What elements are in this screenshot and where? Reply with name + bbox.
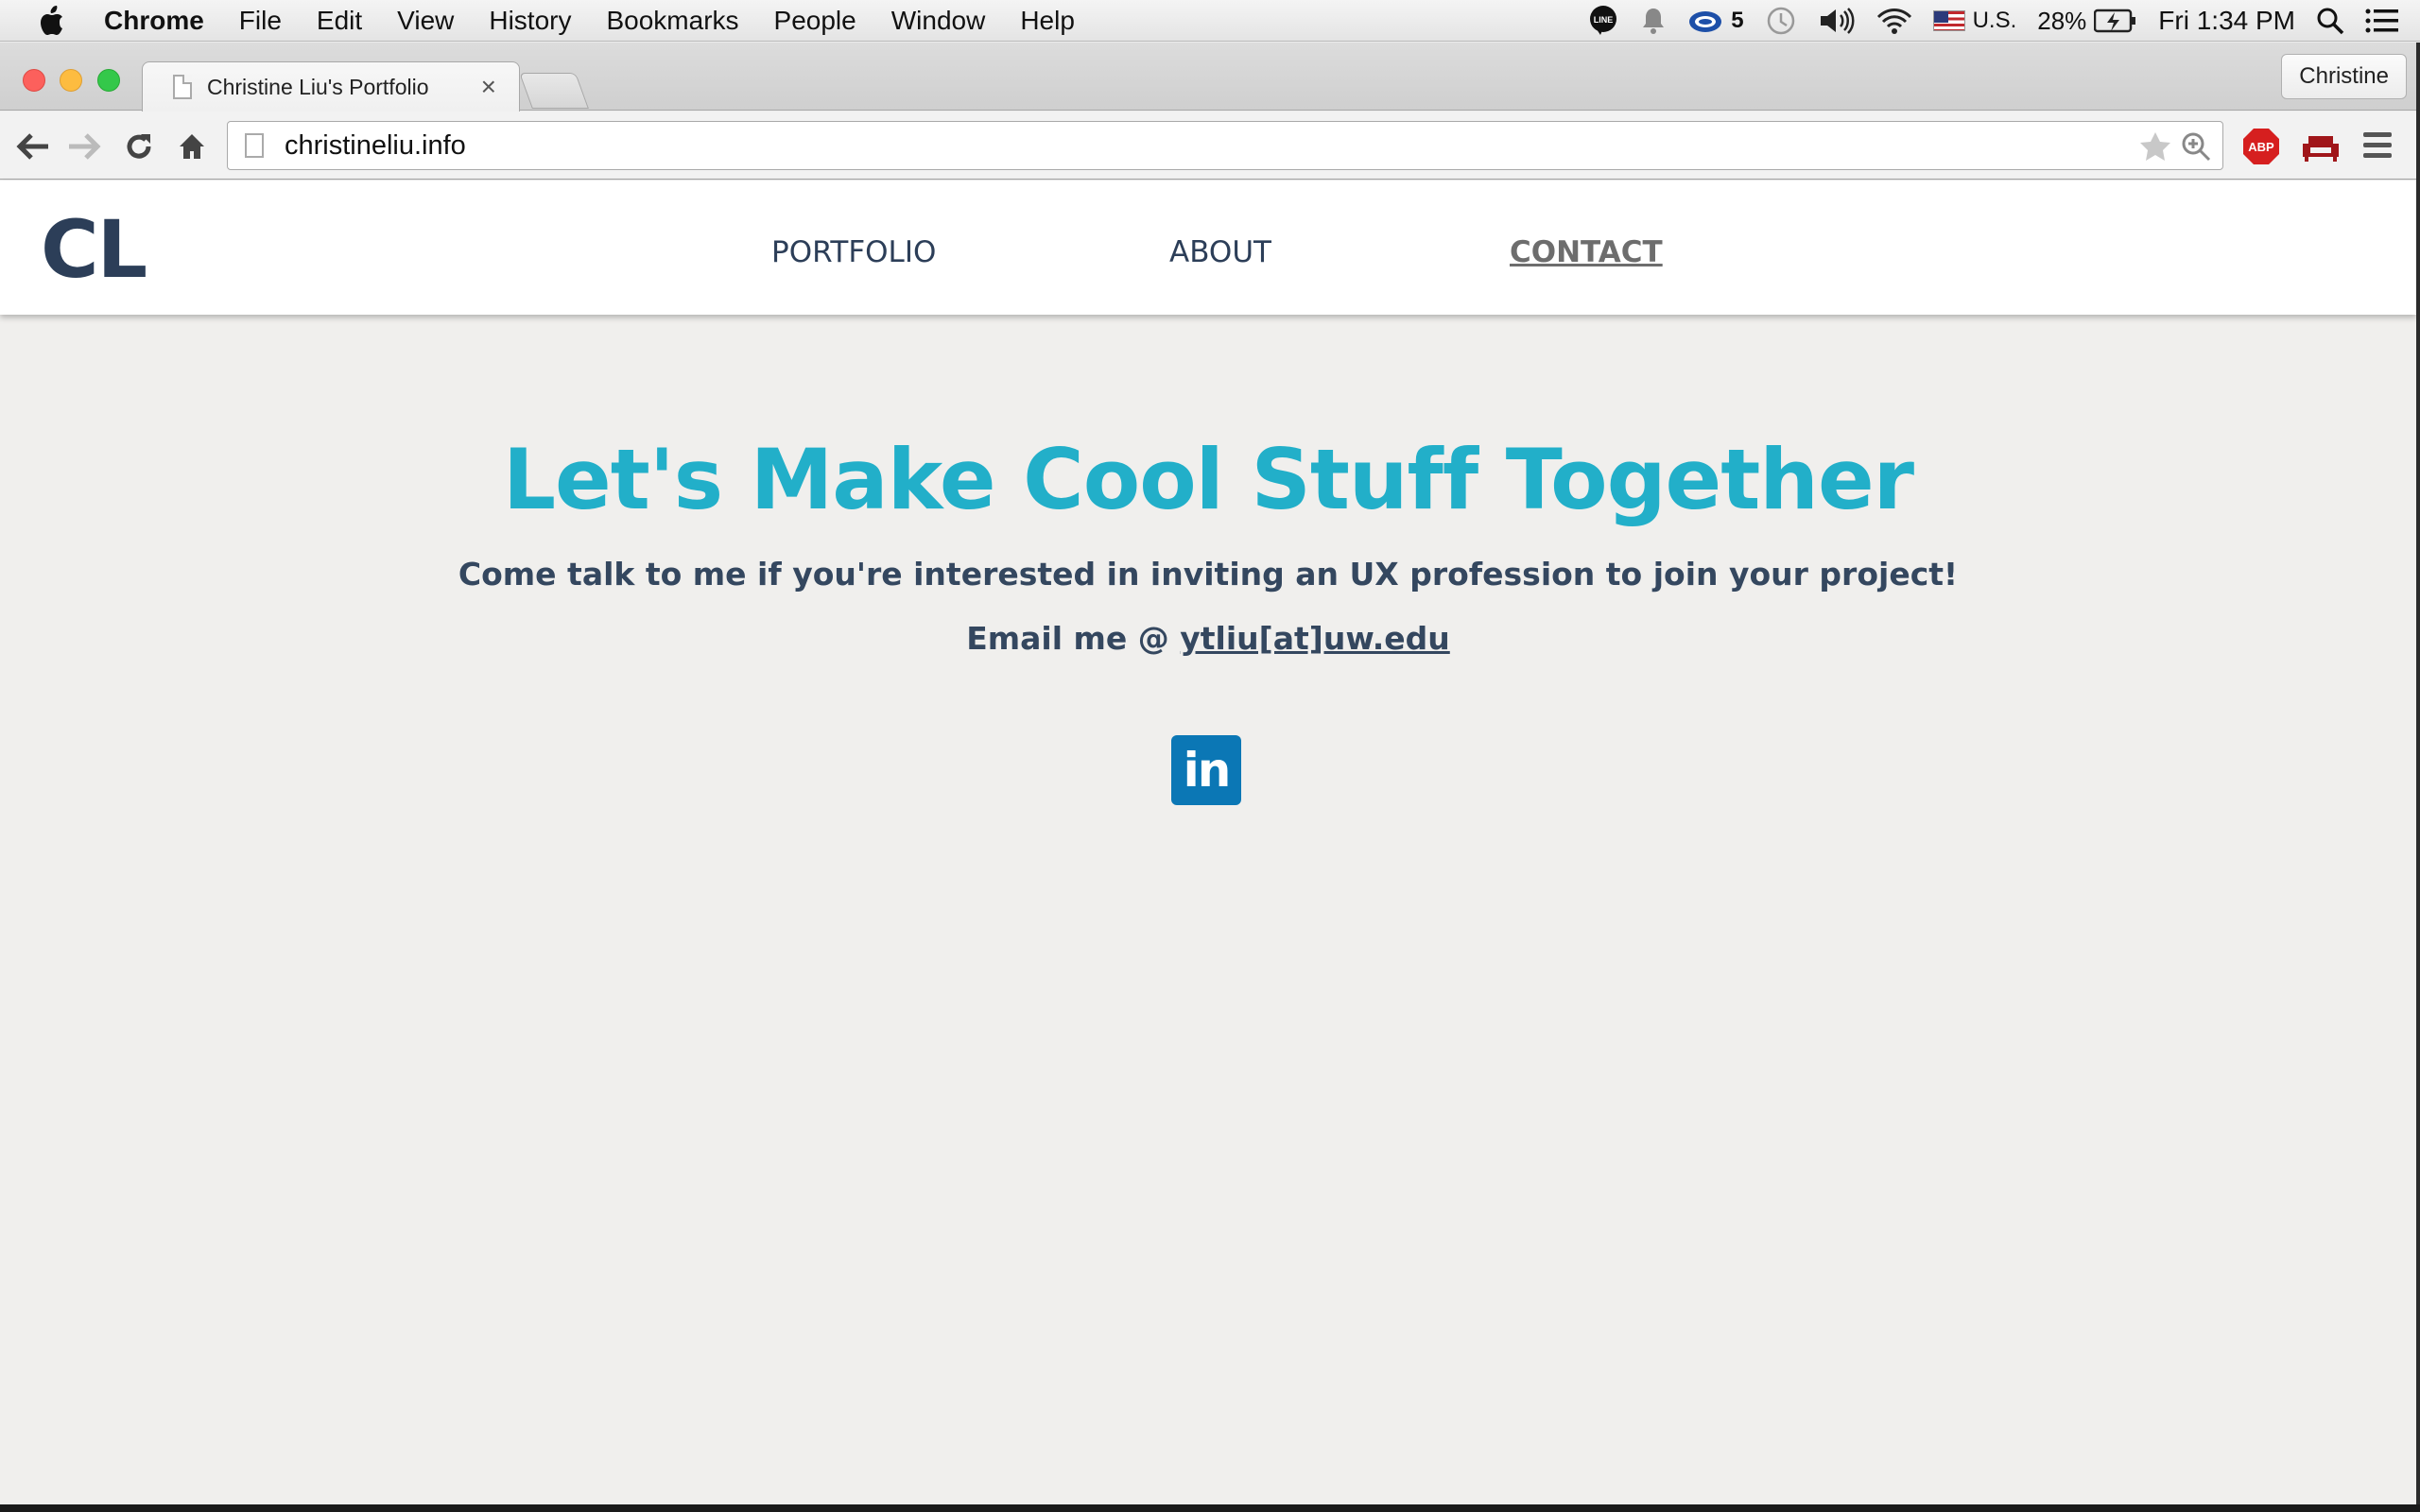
extension-sofa-icon[interactable] <box>2301 130 2341 167</box>
page-favicon-icon <box>173 75 192 99</box>
menu-bookmarks[interactable]: Bookmarks <box>606 0 738 42</box>
input-source-menu[interactable]: U.S. <box>1932 8 2017 34</box>
clock[interactable]: Fri 1:34 PM <box>2158 6 2295 36</box>
reload-icon[interactable] <box>121 129 157 164</box>
email-link[interactable]: ytliu[at]uw.edu <box>1180 620 1450 657</box>
tab-close-icon[interactable]: × <box>481 72 496 101</box>
adblock-plus-icon[interactable]: ABP <box>2242 128 2280 165</box>
menu-bar: Chrome File Edit View History Bookmarks … <box>0 0 2420 42</box>
forward-arrow-icon[interactable] <box>66 129 102 164</box>
time-machine-icon[interactable] <box>1765 5 1797 37</box>
input-source-label: U.S. <box>1972 8 2017 33</box>
menu-window[interactable]: Window <box>891 0 986 42</box>
menu-people[interactable]: People <box>774 0 856 42</box>
window-edge-bottom <box>0 1504 2420 1512</box>
page-info-icon[interactable] <box>245 133 264 158</box>
menu-history[interactable]: History <box>489 0 571 42</box>
window-edge <box>2416 43 2420 1512</box>
nav-portfolio-link[interactable]: PORTFOLIO <box>771 235 936 269</box>
window-zoom-button[interactable] <box>97 69 120 92</box>
status-menus: LINE 5 U.S. 28% Fri 1:34 PM <box>1587 0 2420 42</box>
battery-charging-icon <box>2094 9 2136 33</box>
battery-menu[interactable]: 28% <box>2037 7 2137 36</box>
menu-edit[interactable]: Edit <box>317 0 362 42</box>
menu-view[interactable]: View <box>397 0 454 42</box>
browser-toolbar: christineliu.info ABP <box>0 112 2420 180</box>
bookmark-star-icon[interactable] <box>2139 131 2171 166</box>
apple-menu-icon[interactable] <box>26 0 76 42</box>
zoom-icon[interactable] <box>2181 131 2211 166</box>
chrome-menu-icon[interactable] <box>2363 132 2392 163</box>
nav-contact-link[interactable]: CONTACT <box>1510 235 1663 269</box>
nav-about-link[interactable]: ABOUT <box>1169 235 1271 269</box>
svg-text:LINE: LINE <box>1594 15 1614 25</box>
us-flag-icon <box>1932 10 1965 31</box>
email-prefix: Email me @ <box>966 620 1181 657</box>
tab-title: Christine Liu's Portfolio <box>207 74 429 99</box>
wifi-icon[interactable] <box>1876 7 1912 35</box>
profile-button[interactable]: Christine <box>2281 54 2407 99</box>
notification-center-icon[interactable] <box>2365 8 2399 34</box>
line-app-icon[interactable]: LINE <box>1587 5 1619 37</box>
window-close-button[interactable] <box>23 69 45 92</box>
site-logo[interactable]: CL <box>41 207 147 292</box>
abp-label: ABP <box>2248 140 2274 154</box>
browser-tab[interactable]: Christine Liu's Portfolio × <box>142 61 520 112</box>
address-bar[interactable]: christineliu.info <box>227 121 2223 170</box>
web-page: CL PORTFOLIO ABOUT CONTACT Let's Make Co… <box>0 180 2416 1503</box>
window-minimize-button[interactable] <box>60 69 82 92</box>
menu-file[interactable]: File <box>239 0 282 42</box>
url-text[interactable]: christineliu.info <box>285 130 466 162</box>
page-subheading: Come talk to me if you're interested in … <box>458 556 1959 593</box>
battery-percent: 28% <box>2037 6 2087 35</box>
volume-icon[interactable] <box>1818 7 1856 35</box>
home-icon[interactable] <box>174 129 210 164</box>
creative-cloud-icon[interactable]: 5 <box>1687 8 1744 34</box>
linkedin-icon[interactable]: in <box>1171 735 1241 805</box>
back-arrow-icon[interactable] <box>15 129 51 164</box>
email-line: Email me @ ytliu[at]uw.edu <box>0 620 2416 657</box>
site-header: CL PORTFOLIO ABOUT CONTACT <box>0 180 2416 315</box>
page-headline: Let's Make Cool Stuff Together <box>502 431 1914 528</box>
spotlight-search-icon[interactable] <box>2316 7 2344 35</box>
cloud-count: 5 <box>1731 8 1744 33</box>
menu-chrome[interactable]: Chrome <box>104 0 204 42</box>
menu-help[interactable]: Help <box>1020 0 1075 42</box>
tab-strip: Christine Liu's Portfolio × Christine <box>0 43 2420 112</box>
notification-bell-icon[interactable] <box>1640 7 1667 35</box>
new-tab-button[interactable] <box>519 73 589 109</box>
